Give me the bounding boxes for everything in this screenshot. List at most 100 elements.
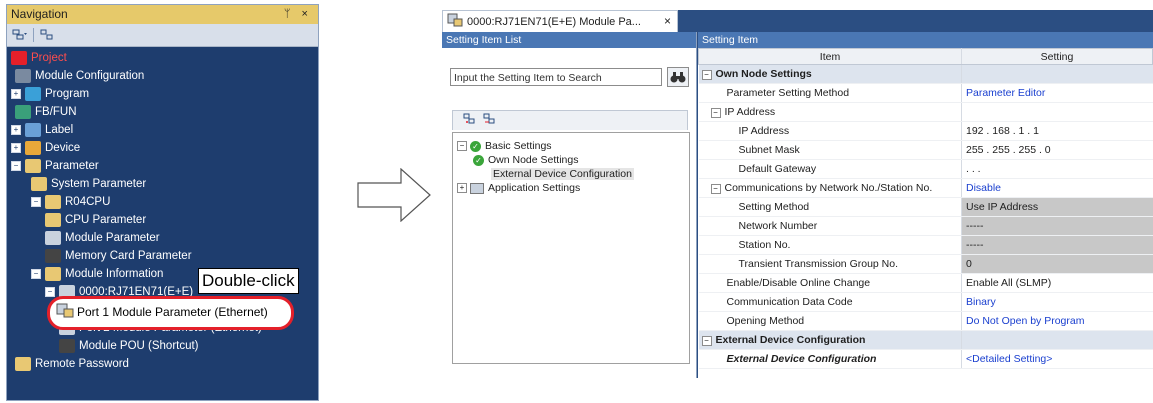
tree-item-label: Label	[45, 124, 74, 136]
setting-row[interactable]: Network Number -----	[698, 216, 1153, 236]
setting-item-label: Setting Method	[738, 201, 810, 213]
module-info-icon	[45, 267, 61, 281]
setting-row[interactable]: IP Address 192 . 168 . 1 . 1	[698, 121, 1153, 141]
setting-row[interactable]: Default Gateway . . .	[698, 159, 1153, 179]
setting-item-label: Default Gateway	[738, 163, 817, 175]
collapse-tree-icon[interactable]	[483, 113, 497, 128]
setting-row[interactable]: Enable/Disable Online Change Enable All (…	[698, 273, 1153, 293]
document-tab[interactable]: 0000:RJ71EN71(E+E) Module Pa... ×	[442, 10, 678, 32]
setting-row[interactable]: − Communications by Network No./Station N…	[698, 178, 1153, 198]
setting-value-cell[interactable]: Do Not Open by Program	[961, 311, 1153, 331]
tree-item-label: CPU Parameter	[65, 214, 147, 226]
module-parameter-window: 0000:RJ71EN71(E+E) Module Pa... × Settin…	[442, 10, 1153, 378]
expander-icon[interactable]: −	[31, 269, 41, 279]
setting-value-cell[interactable]: Use IP Address	[961, 197, 1153, 217]
navigation-title: Navigation	[11, 7, 68, 21]
expander-icon[interactable]: −	[31, 197, 41, 207]
program-icon	[25, 87, 41, 101]
setting-row[interactable]: Communication Data Code Binary	[698, 292, 1153, 312]
expand-tree-icon[interactable]	[463, 113, 477, 128]
expander-icon[interactable]: +	[11, 89, 21, 99]
tree-item-label: R04CPU	[65, 196, 111, 208]
tree-item-program[interactable]: + Program	[11, 85, 89, 103]
tree-item-module-configuration[interactable]: Module Configuration	[15, 67, 144, 85]
setting-item-cell: Subnet Mask	[698, 140, 962, 160]
setting-item-list-header: Setting Item List	[442, 32, 696, 48]
navigation-panel: Navigation ᛘ × Project Module Configurati…	[6, 4, 319, 401]
setting-item-pane: Setting Item Item Setting − Own Node Sett…	[698, 32, 1153, 378]
expander-icon[interactable]: −	[45, 287, 55, 297]
tree-item-label: Module POU (Shortcut)	[79, 340, 199, 352]
setting-item-tree: − ✓ Basic Settings ✓ Own Node Settings Extern…	[452, 132, 690, 364]
setting-tree-item-external-device-configuration[interactable]: External Device Configuration	[491, 167, 634, 181]
setting-row[interactable]: − IP Address	[698, 102, 1153, 122]
tree-item-module-pou-shortcut[interactable]: Module POU (Shortcut)	[59, 337, 199, 355]
tree-item-label[interactable]: + Label	[11, 121, 73, 139]
row-expander-icon[interactable]: −	[710, 108, 721, 118]
setting-value-cell[interactable]: Binary	[961, 292, 1153, 312]
setting-tree-item-own-node-settings[interactable]: ✓ Own Node Settings	[473, 153, 578, 167]
setting-item-cell: − External Device Configuration	[698, 330, 962, 350]
setting-value-cell[interactable]: 0	[961, 254, 1153, 274]
setting-value-cell[interactable]: Disable	[961, 178, 1153, 198]
tree-item-remote-password[interactable]: Remote Password	[15, 355, 129, 373]
setting-row[interactable]: Station No. -----	[698, 235, 1153, 255]
tree-item-fb-fun[interactable]: FB/FUN	[15, 103, 77, 121]
setting-row[interactable]: External Device Configuration <Detailed S…	[698, 349, 1153, 369]
setting-tree-item-application-settings[interactable]: + Application Settings	[457, 181, 580, 195]
setting-item-list-pane: Setting Item List Input the Setting Item…	[442, 32, 697, 378]
setting-item-label: IP Address	[738, 125, 790, 137]
highlight-label[interactable]: Port 1 Module Parameter (Ethernet)	[77, 305, 268, 319]
setting-value-cell[interactable]: -----	[961, 216, 1153, 236]
setting-row[interactable]: − Own Node Settings	[698, 64, 1153, 84]
setting-item-label: Communication Data Code	[726, 296, 853, 308]
setting-value-cell[interactable]: 255 . 255 . 255 . 0	[961, 140, 1153, 160]
expander-icon[interactable]: +	[11, 143, 21, 153]
tree-item-r04cpu[interactable]: − R04CPU	[31, 193, 110, 211]
row-expander-icon[interactable]: −	[701, 336, 712, 346]
setting-row[interactable]: Parameter Setting Method Parameter Editor	[698, 83, 1153, 103]
tab-close-icon[interactable]: ×	[664, 14, 671, 28]
setting-row[interactable]: Transient Transmission Group No. 0	[698, 254, 1153, 274]
setting-row[interactable]: Setting Method Use IP Address	[698, 197, 1153, 217]
label-icon	[25, 123, 41, 137]
setting-item-cell: Default Gateway	[698, 159, 962, 179]
row-expander-icon[interactable]: −	[710, 184, 721, 194]
fbfun-icon	[15, 105, 31, 119]
setting-value-cell	[961, 330, 1153, 350]
setting-tree-item-basic-settings[interactable]: − ✓ Basic Settings	[457, 139, 552, 153]
expander-icon[interactable]: −	[457, 141, 467, 151]
setting-value-cell[interactable]: Enable All (SLMP)	[961, 273, 1153, 293]
check-icon: ✓	[470, 140, 481, 152]
setting-search-input[interactable]: Input the Setting Item to Search	[450, 68, 662, 86]
tree-item-label: Module Parameter	[65, 232, 160, 244]
setting-row[interactable]: Opening Method Do Not Open by Program	[698, 311, 1153, 331]
tree-item-system-parameter[interactable]: System Parameter	[31, 175, 146, 193]
tree-item-cpu-parameter[interactable]: CPU Parameter	[45, 211, 146, 229]
binoculars-search-icon[interactable]	[667, 67, 689, 87]
setting-value-cell[interactable]: <Detailed Setting>	[961, 349, 1153, 369]
expander-icon[interactable]: −	[11, 161, 21, 171]
tree-item-module-information[interactable]: − Module Information	[31, 265, 163, 283]
tree-item-project[interactable]: Project	[11, 49, 67, 67]
setting-value-cell[interactable]: 192 . 168 . 1 . 1	[961, 121, 1153, 141]
expander-icon[interactable]: +	[11, 125, 21, 135]
setting-value-cell[interactable]: Parameter Editor	[961, 83, 1153, 103]
pin-close-controls[interactable]: ᛘ ×	[284, 5, 312, 24]
row-expander-icon[interactable]: −	[701, 70, 712, 80]
tree-item-device[interactable]: + Device	[11, 139, 80, 157]
expander-icon[interactable]: +	[457, 183, 467, 193]
tree-filter-icon[interactable]	[11, 27, 29, 43]
tree-item-module-parameter[interactable]: Module Parameter	[45, 229, 160, 247]
tree-toolbar	[452, 110, 688, 130]
tree-item-memory-card-parameter[interactable]: Memory Card Parameter	[45, 247, 192, 265]
tree-item-parameter[interactable]: − Parameter	[11, 157, 99, 175]
setting-row[interactable]: − External Device Configuration	[698, 330, 1153, 350]
collapse-all-icon[interactable]	[38, 27, 56, 43]
navigation-title-bar: Navigation ᛘ ×	[7, 5, 318, 24]
setting-value-cell[interactable]: -----	[961, 235, 1153, 255]
setting-value-cell[interactable]: . . .	[961, 159, 1153, 179]
double-click-callout: Double-click	[198, 268, 299, 294]
setting-row[interactable]: Subnet Mask 255 . 255 . 255 . 0	[698, 140, 1153, 160]
setting-tree-label: External Device Configuration	[491, 168, 634, 180]
